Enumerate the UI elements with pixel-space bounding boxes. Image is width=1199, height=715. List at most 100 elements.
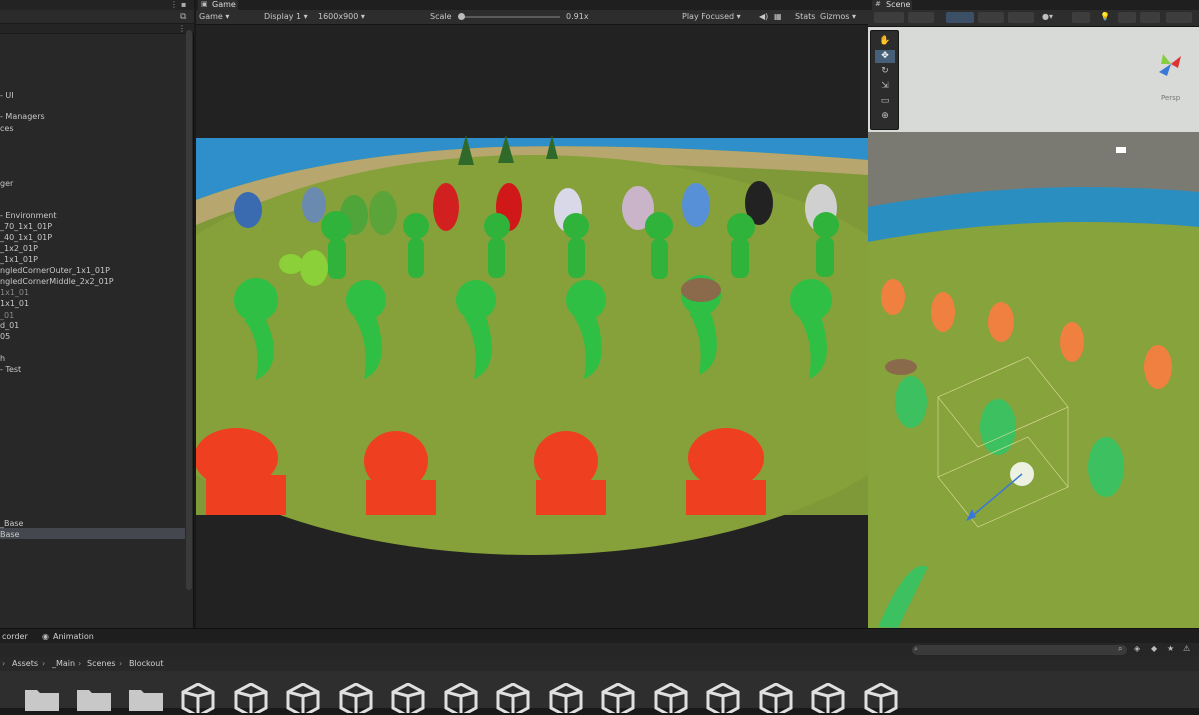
hierarchy-item[interactable]: _40_1x1_01P [0, 233, 52, 243]
breadcrumb-assets[interactable]: Assets [12, 659, 38, 668]
audio-toggle[interactable] [1118, 12, 1136, 23]
scene-asset-icon[interactable] [811, 682, 845, 715]
scale-slider-track[interactable] [460, 16, 560, 18]
tool-handle-dropdown[interactable] [874, 12, 904, 23]
lock-icon[interactable]: ▪ [181, 0, 186, 9]
hierarchy-item[interactable]: 05 [0, 332, 10, 342]
hierarchy-item[interactable]: - Managers [0, 112, 45, 122]
breadcrumb-blockout[interactable]: Blockout [129, 659, 163, 668]
game-toolbar: Game ▾ Display 1 ▾ 1600x900 ▾ Scale 0.91… [196, 10, 868, 25]
tab-animation[interactable]: Animation [53, 632, 94, 641]
hierarchy-scene-header: ⋮ [0, 24, 194, 34]
scene-asset-icon[interactable] [391, 682, 425, 715]
display-dropdown[interactable]: Display 1 ▾ [264, 12, 308, 21]
gizmos-scene-dropdown[interactable] [1166, 12, 1192, 23]
increment-snap-dropdown[interactable] [978, 12, 1004, 23]
scale-value: 0.91x [566, 12, 589, 21]
grid-snap-dropdown[interactable] [946, 12, 974, 23]
scene-asset-icon[interactable] [654, 682, 688, 715]
hierarchy-item[interactable]: - Test [0, 365, 21, 375]
scene-viewport[interactable]: Persp [868, 27, 1199, 628]
game-render [112, 25, 952, 628]
scene-asset-icon[interactable] [286, 682, 320, 715]
layout-icon[interactable]: ⧉ [180, 12, 186, 22]
hierarchy-item[interactable]: _1x2_01P [0, 244, 38, 254]
persp-label[interactable]: Persp [1161, 94, 1180, 102]
hierarchy-scrollbar[interactable] [186, 30, 192, 590]
scene-asset-icon[interactable] [234, 682, 268, 715]
transform-tool-icon[interactable]: ⊕ [875, 110, 895, 123]
hierarchy-item[interactable]: - Environment [0, 211, 57, 221]
scene-asset-icon[interactable] [864, 682, 898, 715]
filter-icon[interactable]: ⌕ [1118, 644, 1122, 654]
rotate-tool-icon[interactable]: ↻ [875, 65, 895, 78]
scene-menu-icon[interactable]: ⋮ [178, 24, 186, 33]
scale-label: Scale [430, 12, 452, 21]
scale-tool-icon[interactable]: ⇲ [875, 80, 895, 93]
game-tab-label: Game [212, 0, 236, 9]
animation-tab-icon: ◉ [42, 632, 49, 641]
folder-icon[interactable] [77, 686, 111, 711]
move-tool-icon[interactable]: ✥ [875, 50, 895, 63]
menu-dots-icon[interactable]: ⋮ [170, 0, 178, 9]
hierarchy-selection-highlight [0, 528, 185, 539]
hierarchy-item[interactable]: ces [0, 124, 14, 134]
hidden-packages-icon[interactable]: ⚠ [1183, 644, 1190, 653]
hierarchy-item[interactable]: _Base [0, 519, 23, 529]
resolution-dropdown[interactable]: 1600x900 ▾ [318, 12, 365, 21]
hierarchy-item[interactable]: h [0, 354, 5, 364]
hierarchy-item[interactable]: ger [0, 179, 13, 189]
scene-asset-icon[interactable] [706, 682, 740, 715]
2d-toggle[interactable] [1072, 12, 1090, 23]
label-filter-icon[interactable]: ◆ [1151, 644, 1157, 653]
game-tab-icon: ▣ [201, 0, 208, 8]
hierarchy-item[interactable]: _01 [0, 311, 14, 321]
hierarchy-item[interactable]: d_01 [0, 321, 19, 331]
scene-asset-icon[interactable] [601, 682, 635, 715]
folder-icon[interactable] [25, 686, 59, 711]
scene-options-dropdown[interactable] [1008, 12, 1034, 23]
breadcrumb-main[interactable]: _Main [52, 659, 75, 668]
scene-tab-strip: # Scene [868, 0, 1199, 10]
hierarchy-item[interactable]: _1x1_01P [0, 255, 38, 265]
scene-asset-icon[interactable] [496, 682, 530, 715]
asset-grid [0, 671, 1199, 715]
stats-button[interactable]: Stats [795, 12, 815, 21]
scene-asset-icon[interactable] [181, 682, 215, 715]
game-mode-dropdown[interactable]: Game ▾ [199, 12, 229, 21]
scene-asset-icon[interactable] [339, 682, 373, 715]
hierarchy-item[interactable]: _70_1x1_01P [0, 222, 52, 232]
effects-dropdown[interactable] [1140, 12, 1160, 23]
hierarchy-item[interactable]: ngledCornerMiddle_2x2_01P [0, 277, 114, 287]
hierarchy-item[interactable]: ngledCornerOuter_1x1_01P [0, 266, 110, 276]
tab-game[interactable]: ▣ Game [198, 0, 238, 10]
view-tool-icon[interactable]: ✋ [875, 35, 895, 48]
scene-tab-icon: # [875, 0, 881, 8]
scene-asset-icon[interactable] [549, 682, 583, 715]
pivot-dropdown[interactable] [908, 12, 934, 23]
hierarchy-item[interactable]: 1x1_01 [0, 288, 29, 298]
folder-icon[interactable] [129, 686, 163, 711]
hierarchy-item[interactable]: - UI [0, 91, 14, 101]
project-search-input[interactable]: ⌕ [912, 645, 1127, 655]
breadcrumb-arrow-icon: › [2, 659, 6, 668]
breadcrumb-scenes[interactable]: Scenes [87, 659, 116, 668]
type-filter-icon[interactable]: ◈ [1134, 644, 1140, 653]
hierarchy-item[interactable]: 1x1_01 [0, 299, 29, 309]
mute-audio-icon[interactable]: ◀) [759, 12, 768, 21]
rect-tool-icon[interactable]: ▭ [875, 95, 895, 108]
draw-mode-icon[interactable]: ●▾ [1042, 12, 1053, 21]
gizmos-dropdown[interactable]: Gizmos ▾ [820, 12, 856, 21]
hierarchy-item[interactable]: Base [0, 530, 19, 540]
tab-recorder[interactable]: corder [2, 632, 28, 641]
shortcuts-icon[interactable]: ▦ [774, 12, 782, 21]
favorite-icon[interactable]: ★ [1167, 644, 1174, 653]
play-focused-dropdown[interactable]: Play Focused ▾ [682, 12, 741, 21]
tab-scene[interactable]: # Scene [872, 0, 912, 10]
game-viewport[interactable] [112, 25, 952, 628]
lighting-icon[interactable]: 💡 [1100, 12, 1110, 21]
game-tab-strip: ▣ Game [196, 0, 868, 10]
scene-asset-icon[interactable] [759, 682, 793, 715]
scale-slider-handle[interactable] [458, 13, 465, 20]
scene-asset-icon[interactable] [444, 682, 478, 715]
